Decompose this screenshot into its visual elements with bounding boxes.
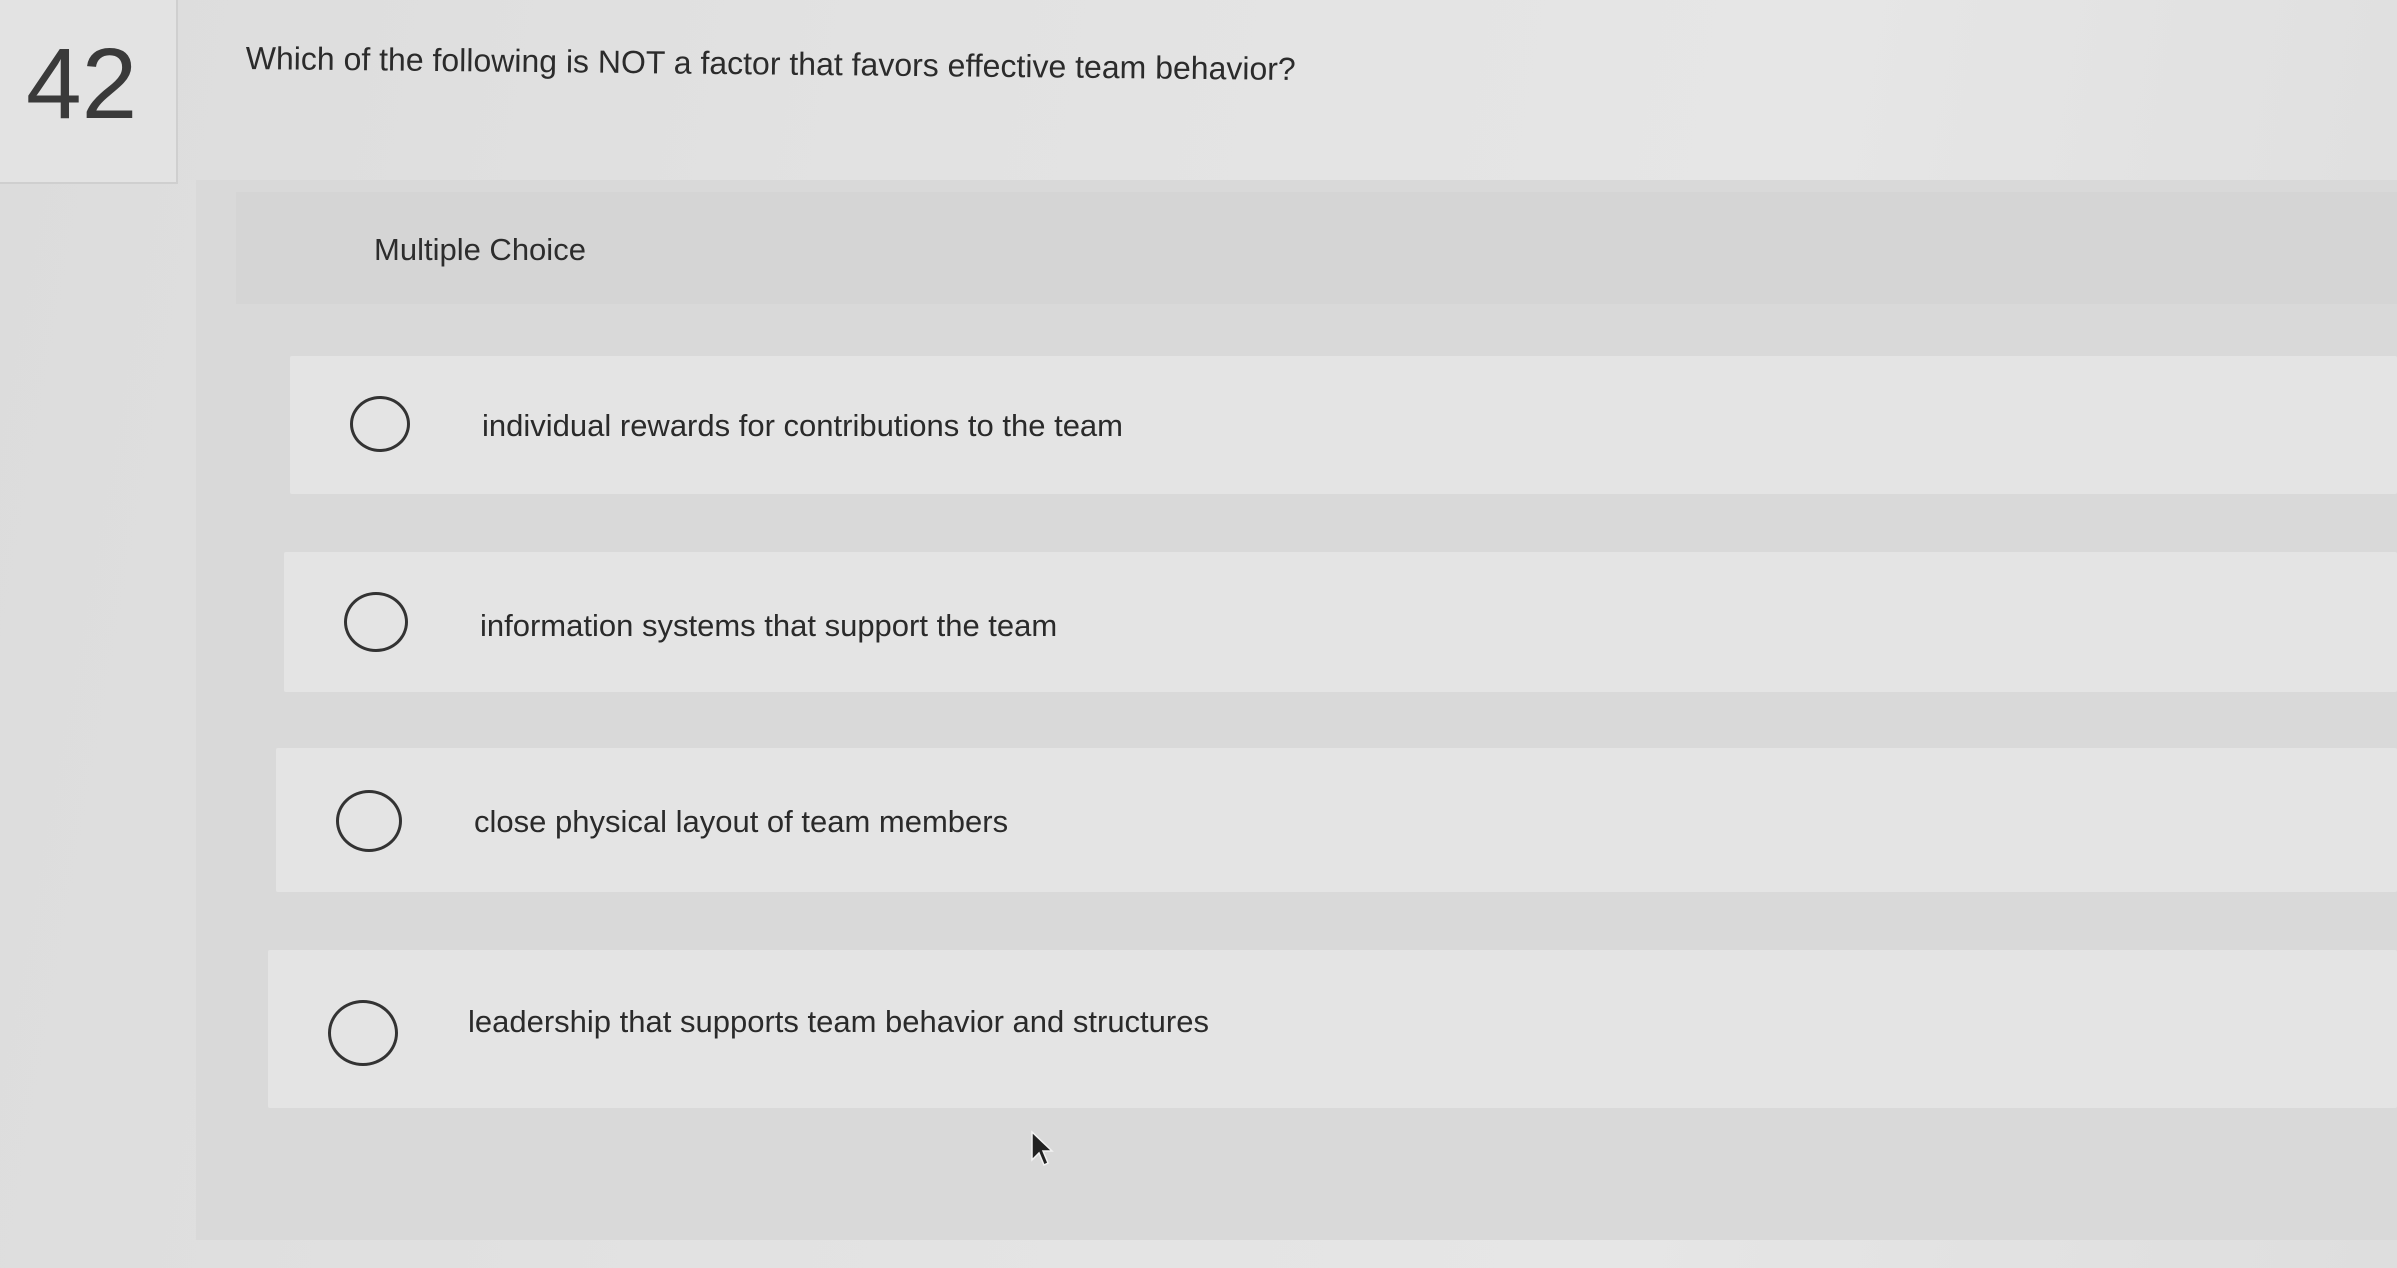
answer-option-label[interactable]: information systems that support the tea…: [480, 608, 1057, 644]
radio-button-empty-icon[interactable]: [328, 1000, 398, 1066]
answer-option-1[interactable]: individual rewards for contributions to …: [290, 356, 2397, 494]
answer-option-label[interactable]: leadership that supports team behavior a…: [468, 1004, 1209, 1040]
answer-option-label[interactable]: individual rewards for contributions to …: [482, 408, 1123, 444]
question-text: Which of the following is NOT a factor t…: [245, 39, 1296, 87]
radio-button-empty-icon[interactable]: [344, 592, 408, 652]
question-type-label: Multiple Choice: [374, 232, 586, 267]
mouse-pointer-icon: [1031, 1130, 1054, 1167]
answer-option-2[interactable]: information systems that support the tea…: [284, 552, 2397, 692]
radio-button-empty-icon[interactable]: [336, 790, 402, 852]
answer-option-3[interactable]: close physical layout of team members: [276, 748, 2397, 892]
answer-option-4[interactable]: leadership that supports team behavior a…: [268, 950, 2397, 1108]
question-number-box: 42: [0, 0, 178, 184]
answer-option-label[interactable]: close physical layout of team members: [474, 804, 1008, 840]
radio-button-empty-icon[interactable]: [350, 396, 410, 452]
question-number: 42: [26, 28, 138, 140]
answer-panel-header: Multiple Choice: [236, 192, 2397, 304]
